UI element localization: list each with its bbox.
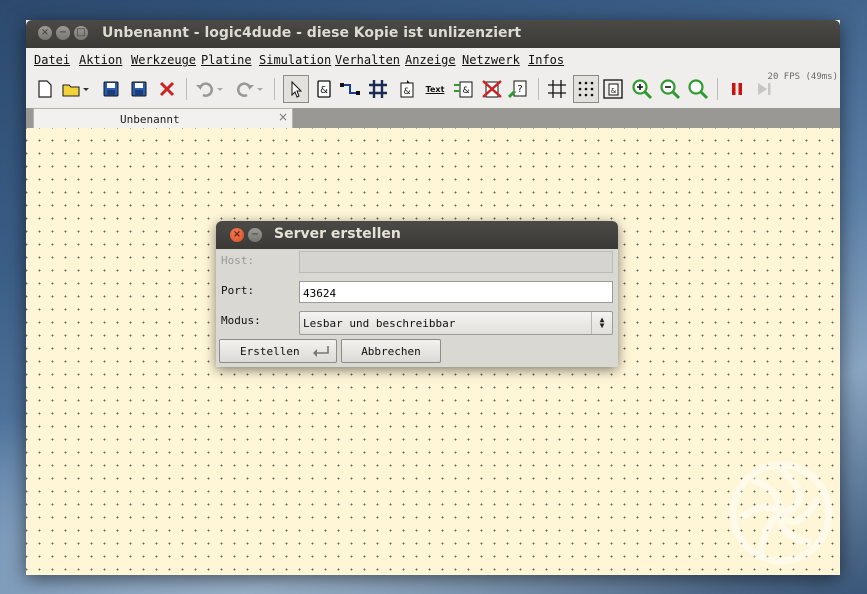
create-button-label: Erstellen <box>240 344 300 358</box>
updown-arrow-icon: ▲ ▼ <box>591 312 612 334</box>
toolbar-separator <box>274 78 275 100</box>
menu-platine[interactable]: Platine <box>201 53 252 67</box>
text-tool-label: Text <box>425 84 445 94</box>
mode-select-value: Lesbar und beschreibbar <box>303 317 456 330</box>
enter-key-icon <box>312 346 329 357</box>
menu-simulation[interactable]: Simulation <box>259 53 331 67</box>
delete-icon[interactable] <box>156 78 178 100</box>
menu-netzwerk[interactable]: Netzwerk <box>462 53 520 67</box>
pause-icon[interactable] <box>726 78 748 100</box>
tab-bar: Unbenannt × <box>26 108 840 129</box>
grid-icon[interactable] <box>546 78 568 100</box>
mode-select[interactable]: Lesbar und beschreibbar ▲ ▼ <box>299 311 613 335</box>
probe-icon[interactable]: ? <box>508 78 530 100</box>
host-field <box>299 251 613 273</box>
cancel-button[interactable]: Abbrechen <box>341 339 441 363</box>
tab-unbenannt[interactable]: Unbenannt × <box>33 108 293 129</box>
toolbar-separator <box>186 78 187 100</box>
svg-text:&: & <box>320 85 328 96</box>
maximize-window-button[interactable]: □ <box>74 26 88 40</box>
toolbar-separator <box>538 78 539 100</box>
mode-label: Modus: <box>221 314 261 327</box>
dialog-close-button[interactable]: × <box>230 228 244 242</box>
menu-infos[interactable]: Infos <box>528 53 564 67</box>
fps-readout: 20 FPS (49ms) <box>767 72 838 82</box>
component-icon[interactable]: & <box>396 78 418 100</box>
zoom-out-icon[interactable] <box>659 78 681 100</box>
and-gate-icon[interactable]: & <box>313 78 335 100</box>
wire-icon[interactable] <box>339 78 361 100</box>
menu-anzeige[interactable]: Anzeige <box>405 53 456 67</box>
menu-verhalten[interactable]: Verhalten <box>335 53 400 67</box>
svg-text:&: & <box>403 87 410 97</box>
host-label: Host: <box>221 254 255 267</box>
dot-grid-icon[interactable] <box>573 75 599 103</box>
close-window-button[interactable]: × <box>38 26 52 40</box>
dialog-title: Server erstellen <box>274 226 401 242</box>
text-icon[interactable]: Text <box>422 78 448 100</box>
minimize-window-button[interactable]: − <box>56 26 70 40</box>
bus-icon[interactable] <box>367 78 389 100</box>
undo-icon[interactable] <box>194 78 224 100</box>
menu-werkzeuge[interactable]: Werkzeuge <box>131 53 196 67</box>
svg-text:&: & <box>462 86 469 96</box>
tab-close-icon[interactable]: × <box>278 110 288 124</box>
title-bar: × − □ Unbenannt - logic4dude - diese Kop… <box>26 20 840 48</box>
port-label: Port: <box>221 284 255 297</box>
tab-label: Unbenannt <box>120 113 180 126</box>
dialog-title-bar: × − Server erstellen <box>216 221 618 249</box>
menu-bar: Datei Aktion Werkzeuge Platine Simulatio… <box>26 48 840 70</box>
port-field[interactable]: 43624 <box>299 281 613 303</box>
select-pointer-icon[interactable] <box>283 75 309 103</box>
dialog-minimize-button[interactable]: − <box>248 228 262 242</box>
window-title: Unbenannt - logic4dude - diese Kopie ist… <box>102 25 522 41</box>
svg-text:&: & <box>611 87 617 95</box>
cancel-button-label: Abbrechen <box>361 344 421 358</box>
toolbar-separator <box>717 78 718 100</box>
watermark-logo-icon <box>729 461 833 565</box>
zoom-in-icon[interactable] <box>631 78 653 100</box>
new-file-icon[interactable] <box>34 78 56 100</box>
menu-aktion[interactable]: Aktion <box>79 53 122 67</box>
server-dialog: × − Server erstellen Host: Port: 43624 M… <box>216 221 618 367</box>
save-as-icon[interactable] <box>128 78 150 100</box>
toolbar: & & Text & ? & 20 FPS (49ms) <box>26 70 840 106</box>
create-button[interactable]: Erstellen <box>219 339 337 363</box>
zoom-reset-icon[interactable] <box>687 78 709 100</box>
save-icon[interactable] <box>100 78 122 100</box>
menu-datei[interactable]: Datei <box>34 53 70 67</box>
open-folder-icon[interactable] <box>60 78 90 100</box>
fit-icon[interactable]: & <box>602 78 624 100</box>
remove-chip-icon[interactable] <box>481 78 503 100</box>
chip-icon[interactable]: & <box>453 78 475 100</box>
svg-text:?: ? <box>517 84 522 95</box>
redo-icon[interactable] <box>234 78 264 100</box>
